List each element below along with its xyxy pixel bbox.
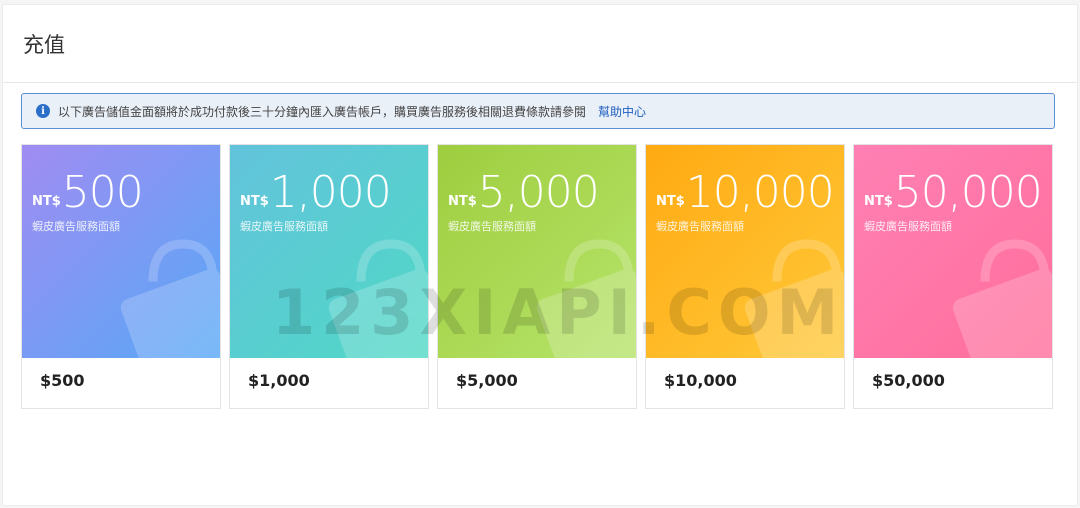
card-price: $50,000 — [872, 371, 945, 390]
card-subtitle: 蝦皮廣告服務面額 — [864, 220, 952, 233]
card-amount-value: 500 — [61, 167, 144, 218]
card-banner: NT$ 500 蝦皮廣告服務面額 — [22, 145, 220, 358]
card-amount: NT$ 5,000 — [448, 167, 600, 218]
card-amount: NT$ 500 — [32, 167, 144, 218]
card-currency: NT$ — [240, 194, 269, 209]
card-amount-value: 50,000 — [893, 167, 1043, 218]
shopping-bag-icon — [952, 239, 1052, 358]
help-center-link[interactable]: 幫助中心 — [598, 103, 646, 120]
card-price: $500 — [40, 371, 85, 390]
notice-text: 以下廣告儲值金面額將於成功付款後三十分鐘內匯入廣告帳戶，購買廣告服務後相關退費條… — [58, 104, 587, 119]
card-price: $10,000 — [664, 371, 737, 390]
card-subtitle: 蝦皮廣告服務面額 — [656, 220, 744, 233]
card-amount: NT$ 50,000 — [864, 167, 1043, 218]
card-banner: NT$ 5,000 蝦皮廣告服務面額 — [438, 145, 636, 358]
card-currency: NT$ — [656, 194, 685, 209]
recharge-card-5000[interactable]: NT$ 5,000 蝦皮廣告服務面額 $5,000 — [437, 144, 637, 409]
card-amount: NT$ 1,000 — [240, 167, 392, 218]
page-title: 充值 — [23, 32, 65, 57]
recharge-card-500[interactable]: NT$ 500 蝦皮廣告服務面額 $500 — [21, 144, 221, 409]
card-amount: NT$ 10,000 — [656, 167, 835, 218]
card-amount-value: 5,000 — [477, 167, 600, 218]
info-icon: i — [36, 104, 50, 118]
card-banner: NT$ 50,000 蝦皮廣告服務面額 — [854, 145, 1052, 358]
recharge-card-10000[interactable]: NT$ 10,000 蝦皮廣告服務面額 $10,000 — [645, 144, 845, 409]
shopping-bag-icon — [536, 239, 636, 358]
card-subtitle: 蝦皮廣告服務面額 — [240, 220, 328, 233]
card-price: $1,000 — [248, 371, 310, 390]
recharge-card-1000[interactable]: NT$ 1,000 蝦皮廣告服務面額 $1,000 — [229, 144, 429, 409]
card-currency: NT$ — [864, 194, 893, 209]
card-currency: NT$ — [32, 194, 61, 209]
page-header: 充值 — [3, 5, 1077, 83]
shopping-bag-icon — [744, 239, 844, 358]
recharge-card-50000[interactable]: NT$ 50,000 蝦皮廣告服務面額 $50,000 — [853, 144, 1053, 409]
shopping-bag-icon — [120, 239, 220, 358]
card-amount-value: 10,000 — [685, 167, 835, 218]
card-price: $5,000 — [456, 371, 518, 390]
card-banner: NT$ 10,000 蝦皮廣告服務面額 — [646, 145, 844, 358]
card-banner: NT$ 1,000 蝦皮廣告服務面額 — [230, 145, 428, 358]
card-subtitle: 蝦皮廣告服務面額 — [448, 220, 536, 233]
card-amount-value: 1,000 — [269, 167, 392, 218]
info-notice: i 以下廣告儲值金面額將於成功付款後三十分鐘內匯入廣告帳戶，購買廣告服務後相關退… — [21, 93, 1055, 129]
card-currency: NT$ — [448, 194, 477, 209]
shopping-bag-icon — [328, 239, 428, 358]
card-subtitle: 蝦皮廣告服務面額 — [32, 220, 120, 233]
